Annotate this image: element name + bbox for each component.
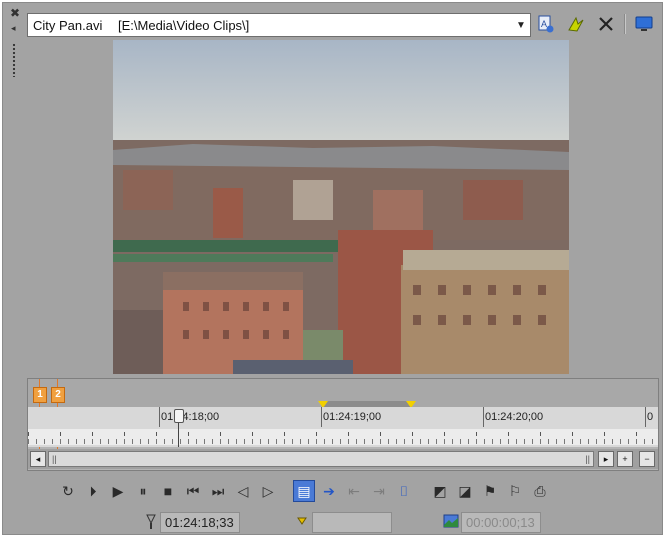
selection-length-field[interactable]: 00:00:00;13 [461,512,541,533]
insert-after-button[interactable]: ⇥ [368,480,390,502]
timeline-scrollbar[interactable]: ◂ || || ▸ + − [28,449,658,469]
trimmer-window: ✖ ◂ City Pan.avi [E:\Media\Video Clips\]… [2,2,663,535]
marker-bar[interactable]: 1 2 [28,379,658,469]
time-ruler[interactable]: 01:24:18;00 01:24:19;00 01:24:20;00 0 [28,407,658,447]
external-monitor-icon[interactable] [632,12,656,36]
playhead-handle[interactable] [174,409,184,423]
create-subclip-button[interactable]: ◩ [429,480,451,502]
ruler-major-tick [159,407,160,427]
trimmer-toolbar: A [534,12,656,36]
source-file-name: City Pan.avi [33,17,103,33]
effects-icon[interactable] [564,12,588,36]
ruler-timecode: 01:24:20;00 [485,411,544,423]
trimmer-timeline[interactable]: 1 2 01:24:18;00 01:24:19;00 01:24:20;00 … [27,378,659,471]
ruler-timecode: 0 [647,411,654,423]
insert-marker-button[interactable]: ⚑ [479,480,501,502]
pin-icon[interactable]: ◂ [11,23,16,33]
thumb-grip-left: || [52,454,57,464]
playhead-line [178,421,179,447]
ruler-timecode: 01:24:18;00 [161,411,220,423]
scroll-left-button[interactable]: ◂ [30,451,46,467]
pause-button[interactable]: ⏸ [132,480,154,502]
selection-length-icon [443,512,459,530]
go-to-end-button[interactable]: ⏭ [207,480,229,502]
zoom-in-button[interactable]: + [617,451,633,467]
transport-controls: ↻ ⏵ ▶ ⏸ ■ ⏮ ⏭ ◁ ▷ ▤ ➔ ⇤ ⇥ ⌷ ◩ ◪ ⚑ ⚐ ⎙ [57,479,551,503]
stop-button[interactable]: ■ [157,480,179,502]
chevron-down-icon[interactable]: ▼ [512,14,530,36]
scroll-thumb[interactable]: || || [48,451,594,467]
properties-icon[interactable]: A [534,12,558,36]
selection-button[interactable]: ◪ [454,480,476,502]
cursor-time-field[interactable]: 01:24:18;33 [160,512,240,533]
thumb-grip-right: || [585,454,590,464]
drag-grip-handle[interactable] [12,43,16,77]
ruler-major-tick [483,407,484,427]
selection-start-icon [294,513,310,531]
insert-region-button[interactable]: ⚐ [504,480,526,502]
loop-playback-button[interactable]: ↻ [57,480,79,502]
selection-start-field[interactable] [312,512,392,533]
next-frame-button[interactable]: ▷ [257,480,279,502]
cursor-position-icon [143,513,159,531]
previous-frame-button[interactable]: ◁ [232,480,254,502]
close-icon[interactable]: ✖ [10,7,20,19]
overwrite-button[interactable]: ▤ [293,480,315,502]
export-button[interactable]: ⎙ [529,480,551,502]
insert-before-button[interactable]: ⇤ [343,480,365,502]
snap-button[interactable]: ⌷ [393,480,415,502]
go-to-start-button[interactable]: ⏮ [182,480,204,502]
ruler-major-tick [321,407,322,427]
frame-tick-strip [28,429,658,445]
video-preview [113,40,569,374]
add-to-timeline-button[interactable]: ➔ [318,480,340,502]
source-file-path: [E:\Media\Video Clips\] [118,17,250,33]
marker-1[interactable]: 1 [33,387,47,403]
play-button[interactable]: ▶ [107,480,129,502]
zoom-out-button[interactable]: − [639,451,655,467]
toolbar-separator [624,14,626,34]
play-from-start-button[interactable]: ⏵ [82,480,104,502]
clear-icon[interactable] [594,12,618,36]
ruler-major-tick [645,407,646,427]
ruler-timecode: 01:24:19;00 [323,411,382,423]
status-bar: 01:24:18;33 00:00:00;13 [3,512,664,534]
svg-text:A: A [541,19,547,29]
marker-2[interactable]: 2 [51,387,65,403]
scroll-right-button[interactable]: ▸ [598,451,614,467]
source-file-dropdown[interactable]: City Pan.avi [E:\Media\Video Clips\] ▼ [27,13,531,37]
